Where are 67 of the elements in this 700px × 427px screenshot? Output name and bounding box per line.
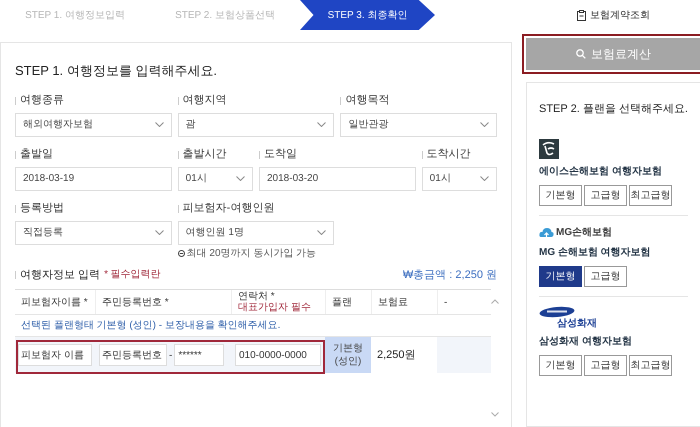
plan-button[interactable]: 최고급형 (629, 354, 672, 376)
chevron-down-icon (317, 122, 326, 127)
field-label: 여행종류 (20, 93, 64, 108)
select-field[interactable]: 여행인원 1명 (178, 220, 334, 244)
dragon-logo-icon (539, 138, 559, 158)
required-note: * 필수입력란 (104, 268, 161, 282)
insurer-name: 에이스손해보험 여행자보험 (539, 164, 663, 178)
search-icon (576, 49, 586, 59)
name-input[interactable]: 피보험자 이름 (18, 344, 92, 366)
separator-text: - (169, 348, 172, 362)
field-label: 출발시간 (182, 147, 227, 162)
column-header: - (437, 290, 491, 314)
insurer-name: 삼성화재 여행자보험 (539, 334, 633, 348)
date-field[interactable]: 2018-03-20 (259, 166, 416, 190)
column-header: 연락처 * 대표가입자 필수 (231, 290, 325, 314)
chevron-down-icon (317, 230, 326, 235)
panel-title: STEP 2. 플랜을 선택해주세요. (539, 102, 688, 117)
logo-text: MG손해보험 (556, 226, 612, 240)
plan-button[interactable]: 최고급형 (629, 184, 672, 206)
plan-cell: 기본형 (성인) (325, 337, 371, 373)
select-field[interactable]: 직접등록 (15, 220, 172, 244)
contract-lookup-link[interactable]: 보험계약조회 (590, 8, 650, 22)
plan-button[interactable]: 고급형 (584, 184, 627, 206)
date-field[interactable]: 2018-03-19 (15, 166, 172, 190)
select-field[interactable]: 일반관광 (340, 112, 497, 136)
plan-button[interactable]: 기본형 (539, 266, 582, 286)
chevron-down-icon (154, 122, 164, 127)
field-label: 도착일 (264, 147, 297, 162)
cloud-logo-icon (539, 226, 554, 238)
select-field[interactable]: 01시 (422, 166, 497, 190)
chevron-down-icon (236, 176, 245, 181)
oval-logo-icon (539, 306, 575, 318)
scroll-down-icon[interactable] (491, 412, 499, 417)
id-front-input[interactable]: 주민등록번호 (99, 344, 167, 366)
plan-button[interactable]: 고급형 (584, 266, 627, 286)
chevron-down-icon (480, 122, 489, 127)
field-label: 피보험자-여행인원 (182, 201, 274, 216)
field-label: 도착시간 (426, 147, 471, 162)
plan-button[interactable]: 고급형 (584, 354, 627, 376)
column-header: 피보험자이름 * (20, 296, 89, 310)
logo-text: 삼성화재 (557, 318, 597, 328)
column-header: 플랜 (325, 290, 371, 314)
chevron-down-icon (154, 230, 164, 235)
clipboard-icon (576, 10, 586, 20)
section-title: 여행자정보 입력 (20, 268, 100, 282)
column-header: 주민등록번호 * (95, 290, 231, 314)
field-label: 등록방법 (20, 201, 64, 216)
step-tab[interactable]: STEP 3. 최종확인 (300, 0, 435, 30)
phone-input[interactable]: 010-0000-0000 (235, 344, 321, 366)
select-field[interactable]: 해외여행자보험 (15, 112, 172, 136)
scroll-up-icon[interactable] (491, 299, 499, 304)
select-field[interactable]: 01시 (178, 166, 253, 190)
premium-cell: 2,250원 (371, 337, 437, 373)
column-header: 보험료 (371, 290, 437, 314)
plan-button[interactable]: 기본형 (539, 184, 582, 206)
field-label: 여행목적 (345, 93, 390, 108)
select-field[interactable]: 괌 (178, 112, 334, 136)
hint-text: 최대 20명까지 동시가입 가능 (186, 248, 316, 258)
id-back-input[interactable]: ****** (174, 344, 224, 366)
minus-circle-icon (178, 250, 185, 257)
plan-button[interactable]: 기본형 (539, 354, 582, 376)
insurer-name: MG 손해보험 여행자보험 (539, 246, 652, 260)
section-title: STEP 1. 여행정보를 입력해주세요. (15, 62, 218, 80)
field-label: 출발일 (20, 147, 53, 162)
total-amount: ₩총금액 : 2,250 원 (402, 268, 497, 282)
field-label: 여행지역 (182, 93, 227, 108)
chevron-down-icon (480, 176, 489, 181)
